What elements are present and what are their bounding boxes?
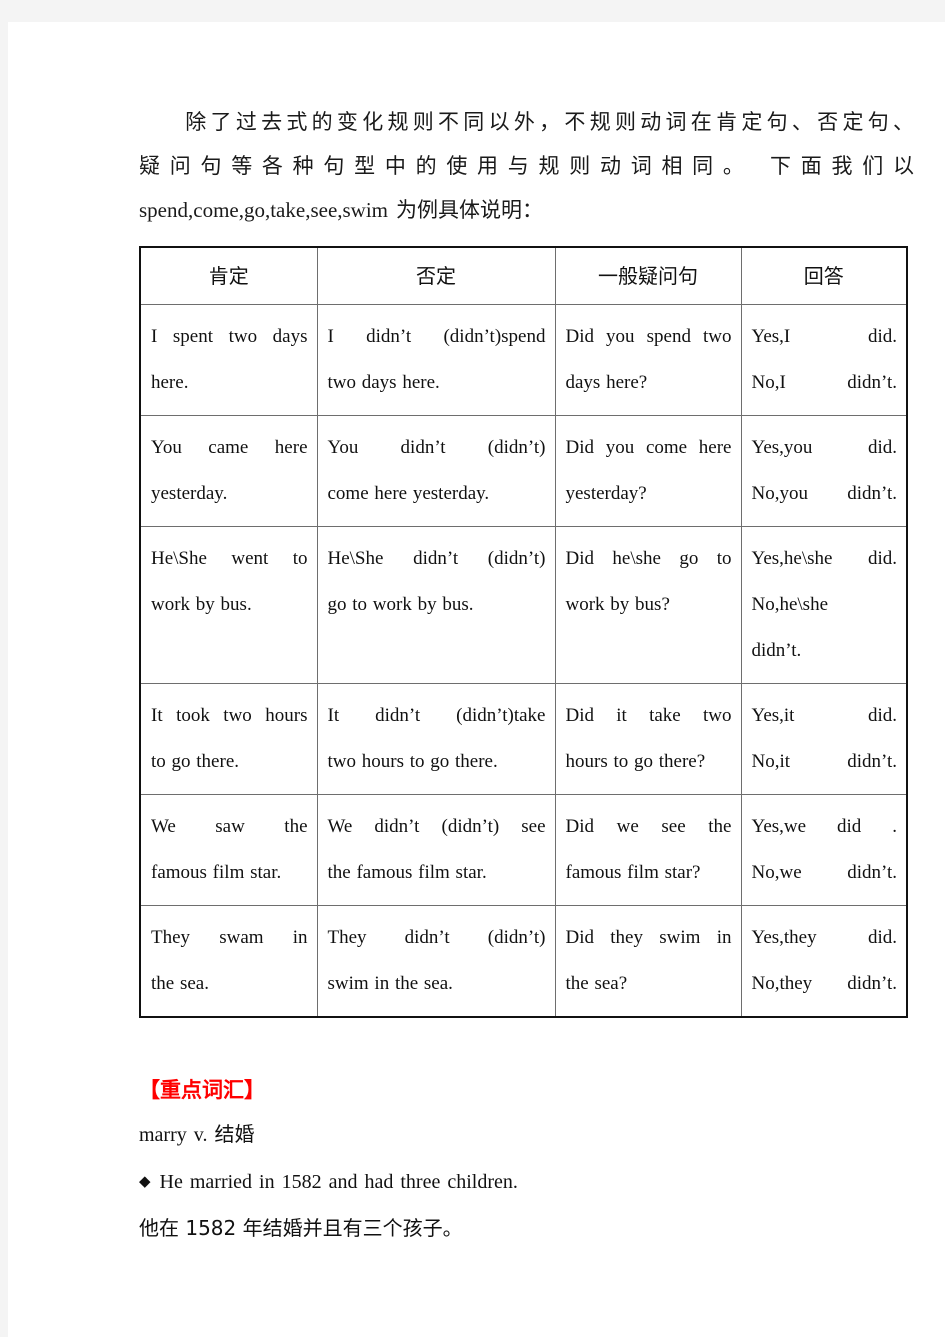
cell-affirmative: He\She went to work by bus. — [139, 526, 318, 684]
intro-line-1-text: 除了过去式的变化规则不同以外，不规则动词在肯定句、否定句、 — [181, 110, 914, 134]
cell-answer: Yes,they did. No,they didn’t. — [740, 905, 908, 1018]
cell-negative: He\She didn’t (didn’t) go to work by bus… — [316, 526, 556, 684]
intro-line-3-suffix: 为例具体说明： — [396, 198, 544, 222]
column-header-affirmative: 肯定 — [139, 246, 318, 305]
table-row: You came here yesterday. You didn’t (did… — [139, 415, 908, 527]
vocabulary-entry: marry v. 结婚 — [139, 1112, 914, 1158]
diamond-bullet-icon: ◆ — [139, 1172, 151, 1190]
vocabulary-heading: 【重点词汇】 — [139, 1078, 265, 1102]
cell-affirmative: It took two hours to go there. — [139, 683, 318, 795]
cell-question: Did you come here yesterday? — [554, 415, 742, 527]
vocabulary-entry-text: marry v. 结婚 — [139, 1124, 255, 1146]
table-header-row: 肯定 否定 一般疑问句 回答 — [139, 246, 908, 305]
vocabulary-section: 【重点词汇】 marry v. 结婚 ◆ He married in 1582 a… — [139, 1068, 914, 1251]
document-page: 除了过去式的变化规则不同以外，不规则动词在肯定句、否定句、 疑问句等各种句型中的… — [8, 22, 945, 1337]
cell-affirmative: I spent two days here. — [139, 304, 318, 416]
intro-paragraph: 除了过去式的变化规则不同以外，不规则动词在肯定句、否定句、 疑问句等各种句型中的… — [139, 100, 914, 232]
intro-line-2: 疑问句等各种句型中的使用与规则动词相同。 下面我们以 — [139, 154, 914, 178]
table-row: It took two hours to go there. It didn’t… — [139, 683, 908, 795]
cell-answer: Yes,we did . No,we didn’t. — [740, 794, 908, 906]
intro-line-3: spend,come,go,take,see,swim 为例具体说明： — [139, 188, 914, 232]
document-content: 除了过去式的变化规则不同以外，不规则动词在肯定句、否定句、 疑问句等各种句型中的… — [139, 100, 914, 1251]
cell-question: Did he\she go to work by bus? — [554, 526, 742, 684]
cell-question: Did we see the famous film star? — [554, 794, 742, 906]
grammar-table: 肯定 否定 一般疑问句 回答 I spent two days here. I … — [139, 246, 908, 1018]
cell-question: Did they swim in the sea? — [554, 905, 742, 1018]
cell-affirmative: We saw the famous film star. — [139, 794, 318, 906]
cell-negative: You didn’t (didn’t) come here yesterday. — [316, 415, 556, 527]
intro-verb-list: spend,come,go,take,see,swim — [139, 198, 389, 222]
vocabulary-example-en-text: He married in 1582 and had three childre… — [159, 1171, 518, 1193]
intro-line-1: 除了过去式的变化规则不同以外，不规则动词在肯定句、否定句、 — [139, 100, 914, 144]
cell-answer: Yes,you did. No,you didn’t. — [740, 415, 908, 527]
cell-answer: Yes,he\she did. No,he\she didn’t. — [740, 526, 908, 684]
cell-affirmative: You came here yesterday. — [139, 415, 318, 527]
table-row: He\She went to work by bus. He\She didn’… — [139, 526, 908, 684]
column-header-negative: 否定 — [316, 246, 556, 305]
cell-question: Did you spend two days here? — [554, 304, 742, 416]
cell-affirmative: They swam in the sea. — [139, 905, 318, 1018]
table-row: We saw the famous film star. We didn’t (… — [139, 794, 908, 906]
cell-answer: Yes,it did. No,it didn’t. — [740, 683, 908, 795]
vocabulary-example-cn: 他在 1582 年结婚并且有三个孩子。 — [139, 1216, 463, 1240]
vocabulary-example-en: ◆ He married in 1582 and had three childr… — [139, 1158, 914, 1205]
table-row: They swam in the sea. They didn’t (didn’… — [139, 905, 908, 1018]
cell-negative: We didn’t (didn’t) see the famous film s… — [316, 794, 556, 906]
column-header-answer: 回答 — [740, 246, 908, 305]
cell-answer: Yes,I did. No,I didn’t. — [740, 304, 908, 416]
cell-negative: It didn’t (didn’t)take two hours to go t… — [316, 683, 556, 795]
cell-negative: I didn’t (didn’t)spend two days here. — [316, 304, 556, 416]
cell-negative: They didn’t (didn’t) swim in the sea. — [316, 905, 556, 1018]
table-row: I spent two days here. I didn’t (didn’t)… — [139, 304, 908, 416]
cell-question: Did it take two hours to go there? — [554, 683, 742, 795]
column-header-question: 一般疑问句 — [554, 246, 742, 305]
